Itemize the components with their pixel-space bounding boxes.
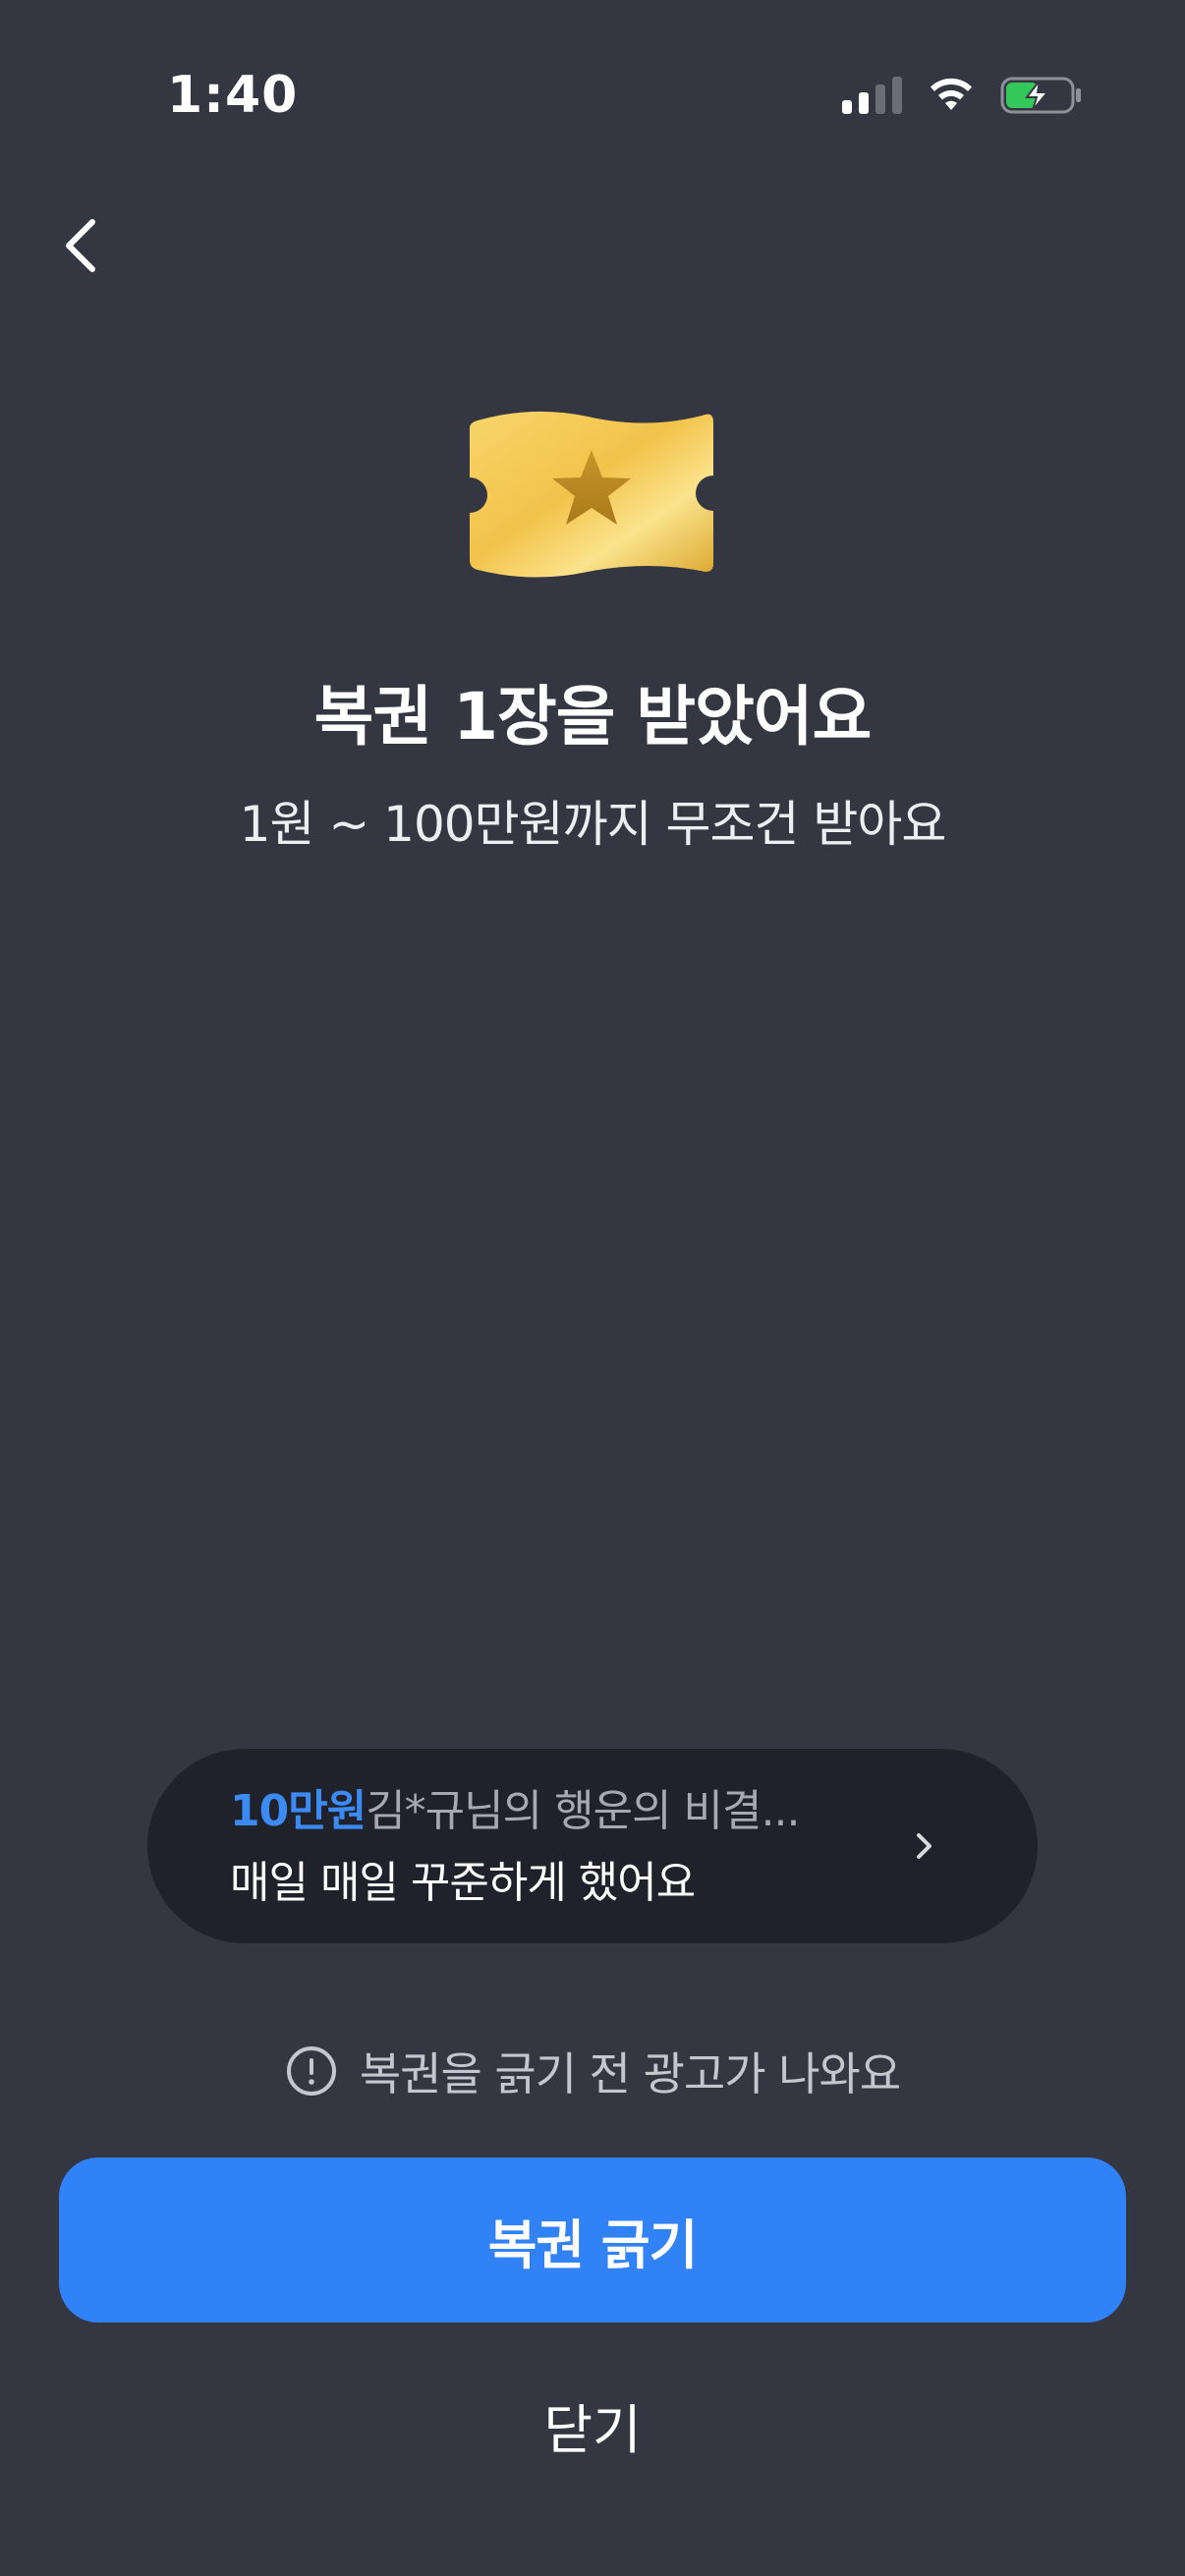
back-button[interactable] — [51, 206, 110, 285]
close-button[interactable]: 닫기 — [0, 2376, 1185, 2474]
story-prize-amount: 10만원 — [230, 1786, 367, 1836]
wifi-icon — [931, 78, 972, 110]
exclamation-circle-icon — [286, 2046, 336, 2096]
cellular-signal-icon — [842, 77, 902, 114]
scratch-lottery-button[interactable]: 복권 긁기 — [59, 2157, 1126, 2323]
gold-ticket-star-icon — [470, 411, 713, 578]
story-headline: 김*규님의 행운의 비결... — [366, 1786, 800, 1836]
winner-story-card[interactable]: 10만원김*규님의 행운의 비결... 매일 매일 꾸준하게 했어요 — [147, 1749, 1038, 1943]
page-subtitle: 1원 ~ 100만원까지 무조건 받아요 — [239, 796, 947, 853]
status-time: 1:40 — [167, 66, 299, 125]
lottery-reward-screen: 1:40 복권 1장을 받았어요 1원 ~ 100만원까지 무조건 받아요 10… — [0, 0, 1185, 2576]
battery-charging-icon — [1000, 77, 1081, 114]
chevron-left-icon — [66, 219, 95, 272]
status-icons — [842, 71, 1083, 120]
ad-notice: 복권을 긁기 전 광고가 나와요 — [0, 2032, 1185, 2110]
ad-notice-text: 복권을 긁기 전 광고가 나와요 — [359, 2047, 901, 2100]
page-title: 복권 1장을 받았어요 — [313, 679, 873, 755]
chevron-right-icon — [917, 1833, 931, 1859]
